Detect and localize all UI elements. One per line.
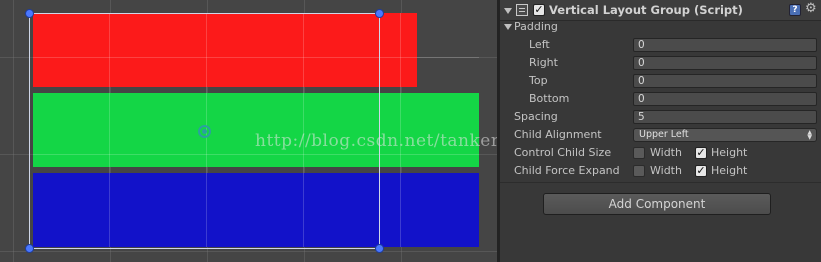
component-header[interactable]: ✓ Vertical Layout Group (Script) ? ⚙ xyxy=(500,0,821,21)
control-child-size-label: Control Child Size xyxy=(514,146,612,159)
child-force-expand-height-label: Height xyxy=(711,164,748,177)
resize-handle-top-right[interactable] xyxy=(375,9,384,18)
child-force-expand-width-label: Width xyxy=(650,164,682,177)
padding-bottom-label: Bottom xyxy=(529,92,570,105)
grid-line xyxy=(33,154,479,155)
padding-top-field[interactable]: 0 xyxy=(633,74,817,88)
resize-handle-bottom-right[interactable] xyxy=(375,244,384,253)
green-bar[interactable] xyxy=(33,93,479,167)
grid-line xyxy=(400,13,401,247)
padding-right-field[interactable]: 0 xyxy=(633,56,817,70)
padding-left-label: Left xyxy=(529,38,550,51)
control-child-size-height-checkbox[interactable]: ✓ xyxy=(695,147,707,159)
blue-bar[interactable] xyxy=(33,173,479,247)
help-icon[interactable]: ? xyxy=(789,4,801,16)
child-alignment-dropdown[interactable]: Upper Left ▲ ▼ xyxy=(633,128,817,142)
add-component-button[interactable]: Add Component xyxy=(543,193,771,215)
resize-handle-bottom-left[interactable] xyxy=(25,244,34,253)
child-alignment-value: Upper Left xyxy=(639,129,689,140)
padding-bottom-field[interactable]: 0 xyxy=(633,92,817,106)
padding-label[interactable]: Padding xyxy=(514,20,558,33)
control-child-size-width-checkbox[interactable] xyxy=(633,147,645,159)
rect-outline-top xyxy=(29,13,379,14)
pivot-icon[interactable] xyxy=(198,125,211,138)
component-divider xyxy=(500,182,821,183)
padding-left-field[interactable]: 0 xyxy=(633,38,817,52)
dropdown-arrows-icon: ▲ ▼ xyxy=(807,129,812,141)
control-child-size-width-label: Width xyxy=(650,146,682,159)
grid-line xyxy=(33,57,479,58)
scene-view[interactable]: http://blog.csdn.net/tankerhunter xyxy=(0,0,497,262)
grid-line xyxy=(109,13,110,247)
component-title: Vertical Layout Group (Script) xyxy=(549,3,743,17)
layout-group-icon xyxy=(516,4,528,16)
component-enabled-checkbox[interactable]: ✓ xyxy=(533,4,545,16)
child-alignment-label: Child Alignment xyxy=(514,128,602,141)
child-force-expand-width-checkbox[interactable] xyxy=(633,165,645,177)
padding-top-label: Top xyxy=(529,74,548,87)
child-force-expand-height-checkbox[interactable]: ✓ xyxy=(695,165,707,177)
resize-handle-top-left[interactable] xyxy=(25,9,34,18)
watermark: http://blog.csdn.net/tankerhunter xyxy=(255,131,497,151)
spacing-field[interactable]: 5 xyxy=(633,110,817,124)
gear-icon[interactable]: ⚙ xyxy=(805,2,817,16)
rect-outline-left xyxy=(29,13,30,249)
foldout-arrow-icon[interactable] xyxy=(504,8,512,14)
control-child-size-height-label: Height xyxy=(711,146,748,159)
padding-right-label: Right xyxy=(529,56,558,69)
grid-line xyxy=(303,13,304,247)
padding-foldout-arrow-icon[interactable] xyxy=(504,24,512,30)
rect-outline-bottom xyxy=(29,248,379,249)
child-force-expand-label: Child Force Expand xyxy=(514,164,620,177)
inspector-panel: ✓ Vertical Layout Group (Script) ? ⚙ Pad… xyxy=(500,0,821,262)
red-bar[interactable] xyxy=(33,13,417,87)
spacing-label: Spacing xyxy=(514,110,558,123)
